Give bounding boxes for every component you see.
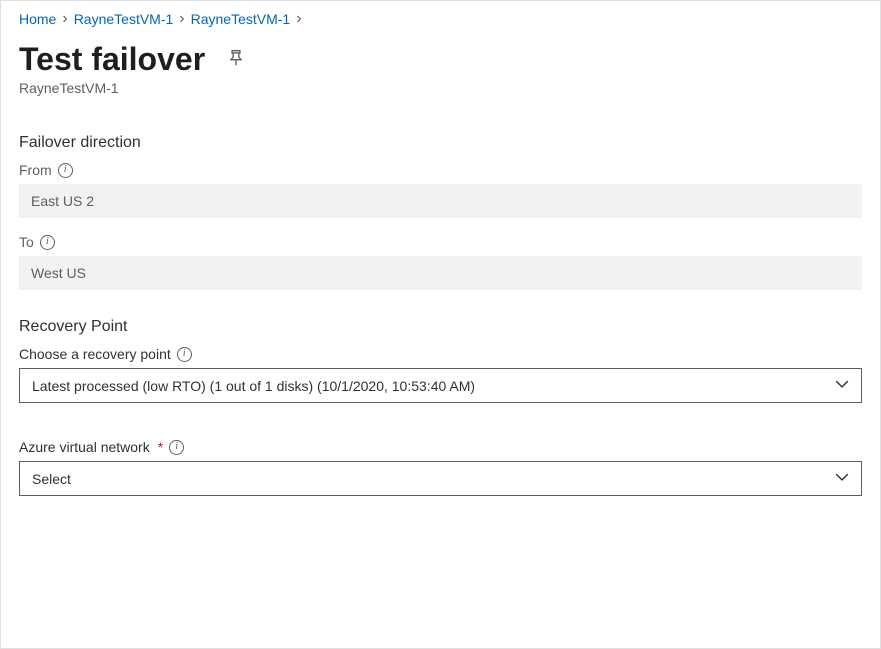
recovery-point-heading: Recovery Point: [19, 318, 862, 336]
to-label: To i: [19, 234, 862, 250]
from-value: East US 2: [19, 184, 862, 218]
choose-recovery-label: Choose a recovery point i: [19, 346, 862, 362]
info-icon[interactable]: i: [40, 235, 55, 250]
chevron-right-icon: ›: [62, 11, 67, 27]
info-icon[interactable]: i: [177, 347, 192, 362]
chevron-right-icon: ›: [179, 11, 184, 27]
breadcrumb-home[interactable]: Home: [19, 11, 56, 27]
vnet-label: Azure virtual network * i: [19, 439, 862, 455]
info-icon[interactable]: i: [169, 440, 184, 455]
failover-direction-heading: Failover direction: [19, 134, 862, 152]
breadcrumb: Home › RayneTestVM-1 › RayneTestVM-1 ›: [1, 1, 880, 33]
recovery-point-select[interactable]: Latest processed (low RTO) (1 out of 1 d…: [19, 368, 862, 403]
breadcrumb-item-1[interactable]: RayneTestVM-1: [74, 11, 174, 27]
vnet-placeholder: Select: [32, 471, 71, 487]
chevron-down-icon: [835, 470, 849, 487]
page-title: Test failover: [19, 41, 205, 78]
page-header: Test failover: [1, 33, 880, 78]
chevron-down-icon: [835, 377, 849, 394]
required-asterisk: *: [158, 439, 163, 455]
chevron-right-icon: ›: [296, 11, 301, 27]
breadcrumb-item-2[interactable]: RayneTestVM-1: [191, 11, 291, 27]
pin-button[interactable]: [223, 45, 249, 74]
page-subtitle: RayneTestVM-1: [1, 78, 880, 116]
recovery-point-selected: Latest processed (low RTO) (1 out of 1 d…: [32, 378, 475, 394]
to-value: West US: [19, 256, 862, 290]
vnet-select[interactable]: Select: [19, 461, 862, 496]
pin-icon: [227, 49, 245, 70]
from-label: From i: [19, 162, 862, 178]
info-icon[interactable]: i: [58, 163, 73, 178]
